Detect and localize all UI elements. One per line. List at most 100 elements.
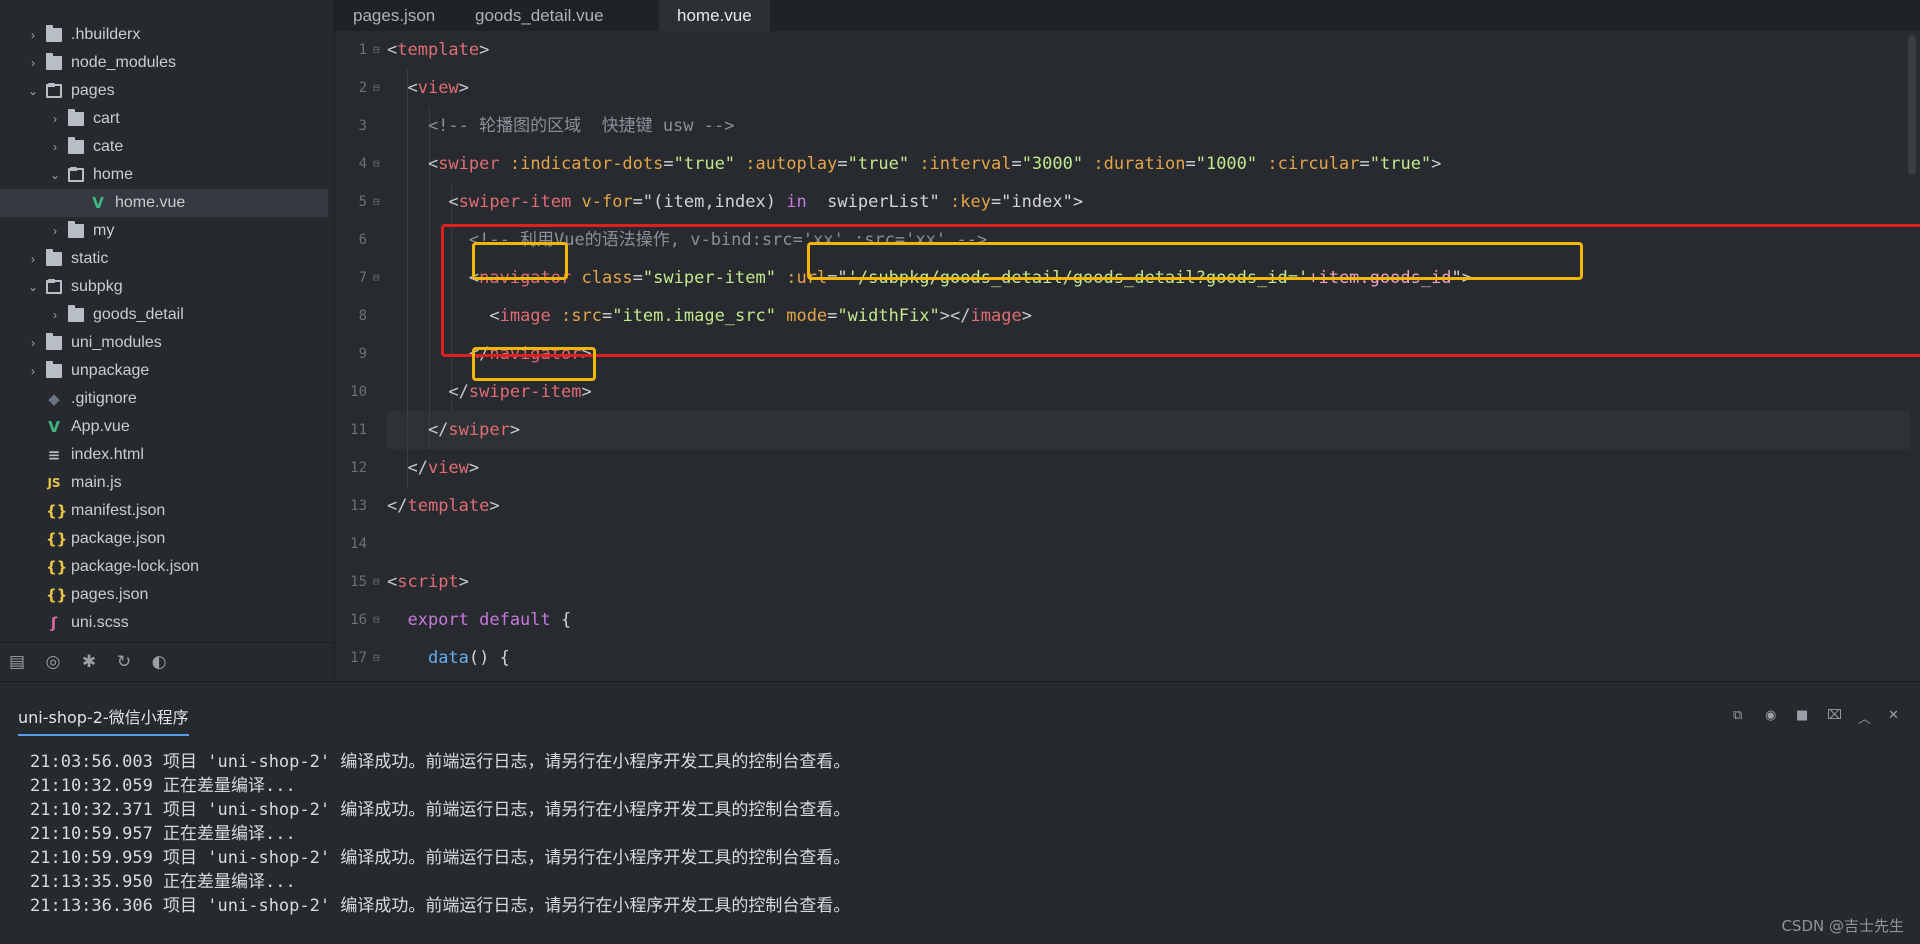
git-icon: ◆ <box>48 390 60 408</box>
chevron-right-icon[interactable]: › <box>26 357 40 385</box>
code-editor[interactable]: 1 ⊟ 2 ⊟ 3 4 ⊟ 5 ⊟ 6 7 ⊟ 8 9 10 11 12 13 14 15 ⊟ 16 ⊟ 17 ⊟ <templ… <box>335 31 1920 680</box>
tree-item-package-lock-json[interactable]: {} package-lock.json <box>0 553 328 581</box>
tree-item-main-js[interactable]: JS main.js <box>0 469 328 497</box>
tree-item-index-html[interactable]: ≡ index.html <box>0 441 328 469</box>
tree-item-uni-modules[interactable]: › uni_modules <box>0 329 328 357</box>
tree-item-home-vue[interactable]: Vhome.vue <box>0 189 328 217</box>
search-replace-icon[interactable]: ↻ <box>113 651 135 673</box>
tree-item-label: manifest.json <box>71 502 166 519</box>
tree-item-label: home.vue <box>115 194 186 211</box>
chevron-right-icon[interactable]: › <box>48 217 62 245</box>
open-external-icon[interactable]: ⧉ <box>1733 708 1742 723</box>
code-token: :autoplay <box>735 154 838 174</box>
tab-pages-json[interactable]: pages.json <box>335 0 453 31</box>
fold-icon[interactable]: ⊟ <box>373 69 380 107</box>
files-icon[interactable]: ▤ <box>6 651 28 673</box>
code-line[interactable]: data() { <box>387 639 510 677</box>
chevron-right-icon[interactable]: › <box>48 301 62 329</box>
tree-item-home[interactable]: ⌄ home <box>0 161 328 189</box>
code-line[interactable]: <template> <box>387 31 489 69</box>
line-number: 7 <box>358 270 367 286</box>
chevron-down-icon[interactable]: ⌄ <box>48 161 62 189</box>
tree-item-manifest-json[interactable]: {} manifest.json <box>0 497 328 525</box>
fold-icon[interactable]: ⊟ <box>373 31 380 69</box>
tree-item-goods-detail[interactable]: › goods_detail <box>0 301 328 329</box>
collapse-icon[interactable]: ︿ <box>1858 708 1871 727</box>
tree-item-package-json[interactable]: {} package.json <box>0 525 328 553</box>
fold-icon[interactable]: ⊟ <box>373 259 380 297</box>
fold-icon[interactable]: ⊟ <box>373 563 380 601</box>
fold-icon[interactable]: ⊟ <box>373 601 380 639</box>
folder-icon <box>46 361 62 378</box>
tree-item-label: goods_detail <box>93 306 184 323</box>
code-token: in <box>786 192 807 212</box>
tab-home-vue[interactable]: home.vue <box>659 0 770 31</box>
code-line[interactable]: <script> <box>387 563 469 601</box>
tree-item-cate[interactable]: › cate <box>0 133 328 161</box>
code-line[interactable]: <swiper-item v-for="(item,index) in swip… <box>387 183 1083 221</box>
code-line[interactable]: </template> <box>387 487 500 525</box>
tree-item-my[interactable]: › my <box>0 217 328 245</box>
line-number: 11 <box>350 422 367 438</box>
tree-item-pages[interactable]: ⌄ pages <box>0 77 328 105</box>
chevron-right-icon[interactable]: › <box>26 21 40 49</box>
fold-icon[interactable]: ⊟ <box>373 639 380 677</box>
code-line[interactable]: <swiper :indicator-dots="true" :autoplay… <box>387 145 1441 183</box>
tree-item-label: uni.scss <box>71 614 129 631</box>
tree-item-gitignore[interactable]: ◆ .gitignore <box>0 385 328 413</box>
fold-icon[interactable]: ⊟ <box>373 183 380 221</box>
bug-icon[interactable]: ✱ <box>78 651 100 673</box>
code-token: script <box>397 572 459 592</box>
chevron-right-icon[interactable]: › <box>48 133 62 161</box>
tree-item-app-vue[interactable]: V App.vue <box>0 413 328 441</box>
tree-item-pages-json[interactable]: {} pages.json <box>0 581 328 609</box>
log-line: 21:10:59.957 正在差量编译... <box>30 824 296 844</box>
tree-item-static[interactable]: › static <box>0 245 328 273</box>
tree-item-hbuilderx[interactable]: › .hbuilderx <box>0 21 328 49</box>
folder-icon <box>68 305 84 322</box>
log-line: 21:10:59.959 项目 'uni-shop-2' 编译成功。前端运行日志… <box>30 848 851 868</box>
chevron-down-icon[interactable]: ⌄ <box>26 77 40 105</box>
code-token: view <box>427 458 469 478</box>
code-token: :interval <box>909 154 1012 174</box>
stop-icon[interactable]: ■ <box>1796 708 1808 723</box>
scss-icon: ʃ <box>50 614 58 632</box>
chevron-right-icon[interactable]: › <box>26 245 40 273</box>
code-token: template <box>397 40 480 60</box>
tree-item-node-modules[interactable]: › node_modules <box>0 49 328 77</box>
chevron-down-icon[interactable]: ⌄ <box>26 273 40 301</box>
palette-icon[interactable]: ◐ <box>148 651 170 673</box>
fold-icon[interactable]: ⊟ <box>373 145 380 183</box>
code-line[interactable]: <view> <box>387 69 468 107</box>
code-line[interactable]: </view> <box>387 449 479 487</box>
line-number: 8 <box>358 308 367 324</box>
tab-goods-detail-vue[interactable]: goods_detail.vue <box>457 0 622 31</box>
code-token: :indicator-dots <box>499 154 664 174</box>
line-number: 6 <box>358 232 367 248</box>
tree-item-subpkg[interactable]: ⌄ subpkg <box>0 273 328 301</box>
project-explorer: › .hbuilderx › node_modules ⌄ pages › cart › cate… <box>0 0 335 681</box>
binoculars-icon[interactable]: ◎ <box>42 651 64 673</box>
target-icon[interactable]: ◉ <box>1765 708 1776 723</box>
code-line[interactable]: </swiper> <box>387 411 520 449</box>
code-line[interactable]: export default { <box>387 601 571 639</box>
clear-icon[interactable]: ⌧ <box>1827 708 1842 723</box>
line-number: 14 <box>350 536 367 552</box>
tree-item-unpackage[interactable]: › unpackage <box>0 357 328 385</box>
log-line: 21:13:36.306 项目 'uni-shop-2' 编译成功。前端运行日志… <box>30 896 851 916</box>
chevron-right-icon[interactable]: › <box>26 329 40 357</box>
tree-item-cart[interactable]: › cart <box>0 105 328 133</box>
tree-item-uni-scss[interactable]: ʃ uni.scss <box>0 609 328 637</box>
json-icon: {} <box>46 530 68 548</box>
log-line: 21:13:35.950 正在差量编译... <box>30 872 296 892</box>
code-token: :circular <box>1257 154 1360 174</box>
close-icon[interactable]: ✕ <box>1888 708 1899 723</box>
editor-scrollbar[interactable] <box>1908 35 1916 175</box>
line-number: 13 <box>350 498 367 514</box>
console-tab[interactable]: uni-shop-2-微信小程序 <box>18 704 189 736</box>
chevron-right-icon[interactable]: › <box>26 49 40 77</box>
code-line[interactable]: <!-- 轮播图的区域 快捷键 usw --> <box>387 107 735 145</box>
code-token: = <box>1011 154 1022 174</box>
code-token: export default <box>387 610 551 630</box>
chevron-right-icon[interactable]: › <box>48 105 62 133</box>
